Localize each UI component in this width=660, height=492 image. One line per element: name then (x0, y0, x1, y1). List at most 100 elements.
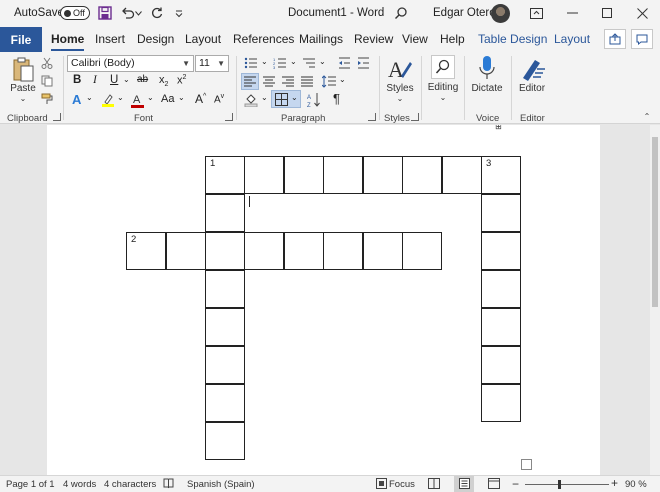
paste-icon[interactable] (9, 56, 37, 84)
crossword-cell[interactable] (323, 156, 363, 194)
table-resize-handle[interactable] (521, 459, 532, 470)
borders-icon[interactable] (274, 92, 288, 106)
sort-icon[interactable]: AZ (306, 91, 322, 108)
styles-label[interactable]: Styles (382, 83, 418, 94)
crossword-cell[interactable] (402, 232, 442, 270)
editing-icon[interactable] (431, 55, 455, 79)
tab-mailings[interactable]: Mailings (299, 32, 343, 46)
dictate-label[interactable]: Dictate (467, 83, 507, 94)
autosave-toggle[interactable]: Off (60, 6, 90, 20)
read-mode-icon[interactable] (428, 478, 440, 492)
ribbon-display-icon[interactable] (527, 4, 545, 22)
tab-file[interactable]: File (0, 27, 42, 52)
minimize-icon[interactable] (563, 4, 581, 22)
crossword-cell[interactable] (205, 422, 245, 460)
align-right-icon[interactable] (281, 75, 295, 88)
align-left-icon[interactable] (243, 75, 257, 88)
tab-insert[interactable]: Insert (95, 32, 125, 46)
crossword-cell[interactable] (363, 156, 403, 194)
styles-dropdown-icon[interactable]: ⌄ (395, 94, 405, 103)
crossword-cell[interactable] (481, 346, 521, 384)
crossword-cell[interactable]: 2 (126, 232, 166, 270)
crossword-cell[interactable] (205, 346, 245, 384)
bullets-dropdown-icon[interactable]: ⌄ (261, 57, 268, 66)
highlight-dropdown-icon[interactable]: ⌄ (117, 93, 124, 102)
zoom-level[interactable]: 90 % (625, 479, 647, 490)
zoom-in-icon[interactable]: + (611, 476, 618, 490)
decrease-indent-icon[interactable] (337, 56, 351, 70)
zoom-slider[interactable] (525, 484, 609, 485)
numbering-dropdown-icon[interactable]: ⌄ (290, 57, 297, 66)
crossword-cell[interactable] (284, 156, 324, 194)
text-effects-dropdown-icon[interactable]: ⌄ (86, 93, 93, 102)
save-icon[interactable] (96, 4, 114, 22)
crossword-cell[interactable] (244, 156, 284, 194)
font-color-dropdown-icon[interactable]: ⌄ (147, 93, 154, 102)
text-effects-icon[interactable]: A (72, 92, 81, 107)
crossword-cell[interactable] (205, 232, 245, 270)
word-count[interactable]: 4 words (63, 479, 96, 490)
crossword-cell[interactable] (481, 232, 521, 270)
paste-label[interactable]: Paste (7, 83, 39, 94)
shrink-font-icon[interactable]: Av (214, 93, 224, 105)
tab-table-design[interactable]: Table Design (478, 32, 547, 46)
tab-help[interactable]: Help (440, 32, 465, 46)
copy-icon[interactable] (40, 74, 54, 88)
styles-launcher-icon[interactable] (411, 113, 419, 121)
undo-dropdown-icon[interactable] (134, 4, 142, 22)
highlight-icon[interactable] (100, 92, 116, 108)
crossword-cell[interactable]: 1 (205, 156, 245, 194)
font-launcher-icon[interactable] (225, 113, 233, 121)
customize-toolbar-icon[interactable] (170, 4, 188, 22)
paragraph-launcher-icon[interactable] (368, 113, 376, 121)
increase-indent-icon[interactable] (356, 56, 370, 70)
change-case-dropdown-icon[interactable]: ⌄ (178, 93, 185, 102)
editing-dropdown-icon[interactable]: ⌄ (438, 93, 448, 102)
web-layout-icon[interactable] (488, 478, 500, 492)
styles-icon[interactable]: A (386, 55, 414, 83)
share-button[interactable] (604, 29, 626, 49)
align-center-icon[interactable] (262, 75, 276, 88)
font-name-field[interactable]: Calibri (Body) ▼ (67, 55, 194, 72)
italic-icon[interactable]: I (93, 74, 97, 86)
editor-icon[interactable] (519, 55, 547, 83)
zoom-out-icon[interactable]: − (512, 477, 519, 491)
justify-icon[interactable] (300, 75, 314, 88)
crossword-cell[interactable] (402, 156, 442, 194)
vertical-scrollbar[interactable] (650, 125, 660, 475)
comments-button[interactable] (631, 29, 653, 49)
line-spacing-icon[interactable] (321, 74, 337, 88)
show-formatting-icon[interactable]: ¶ (333, 91, 340, 106)
editing-label[interactable]: Editing (424, 82, 462, 93)
strikethrough-icon[interactable]: ab (137, 74, 148, 85)
tab-view[interactable]: View (402, 32, 428, 46)
underline-dropdown-icon[interactable]: ⌄ (123, 75, 130, 84)
crossword-cell[interactable] (323, 232, 363, 270)
language[interactable]: Spanish (Spain) (187, 479, 255, 490)
tab-home[interactable]: Home (51, 32, 85, 51)
shading-dropdown-icon[interactable]: ⌄ (261, 93, 268, 102)
editor-label[interactable]: Editor (513, 83, 551, 94)
crossword-cell[interactable] (481, 308, 521, 346)
tab-layout[interactable]: Layout (185, 32, 221, 46)
crossword-cell[interactable] (205, 270, 245, 308)
clipboard-launcher-icon[interactable] (53, 113, 61, 121)
grow-font-icon[interactable]: A^ (195, 92, 206, 106)
tab-review[interactable]: Review (354, 32, 393, 46)
proofing-icon[interactable] (163, 478, 174, 492)
collapse-ribbon-icon[interactable]: ⌃ (642, 112, 652, 121)
scrollbar-thumb[interactable] (652, 137, 658, 307)
crossword-cell[interactable] (205, 308, 245, 346)
table-move-handle-icon[interactable]: ⊞ (495, 125, 502, 131)
dictate-icon[interactable] (476, 54, 498, 82)
superscript-icon[interactable]: x2 (177, 74, 186, 87)
crossword-cell[interactable] (205, 194, 245, 232)
subscript-icon[interactable]: x2 (159, 74, 168, 88)
zoom-slider-thumb[interactable] (558, 480, 561, 489)
tab-design[interactable]: Design (137, 32, 174, 46)
change-case-icon[interactable]: Aa (161, 93, 174, 105)
cut-icon[interactable] (40, 56, 54, 70)
font-size-field[interactable]: 11 ▼ (195, 55, 229, 72)
format-painter-icon[interactable] (40, 92, 54, 106)
crossword-cell[interactable] (205, 384, 245, 422)
